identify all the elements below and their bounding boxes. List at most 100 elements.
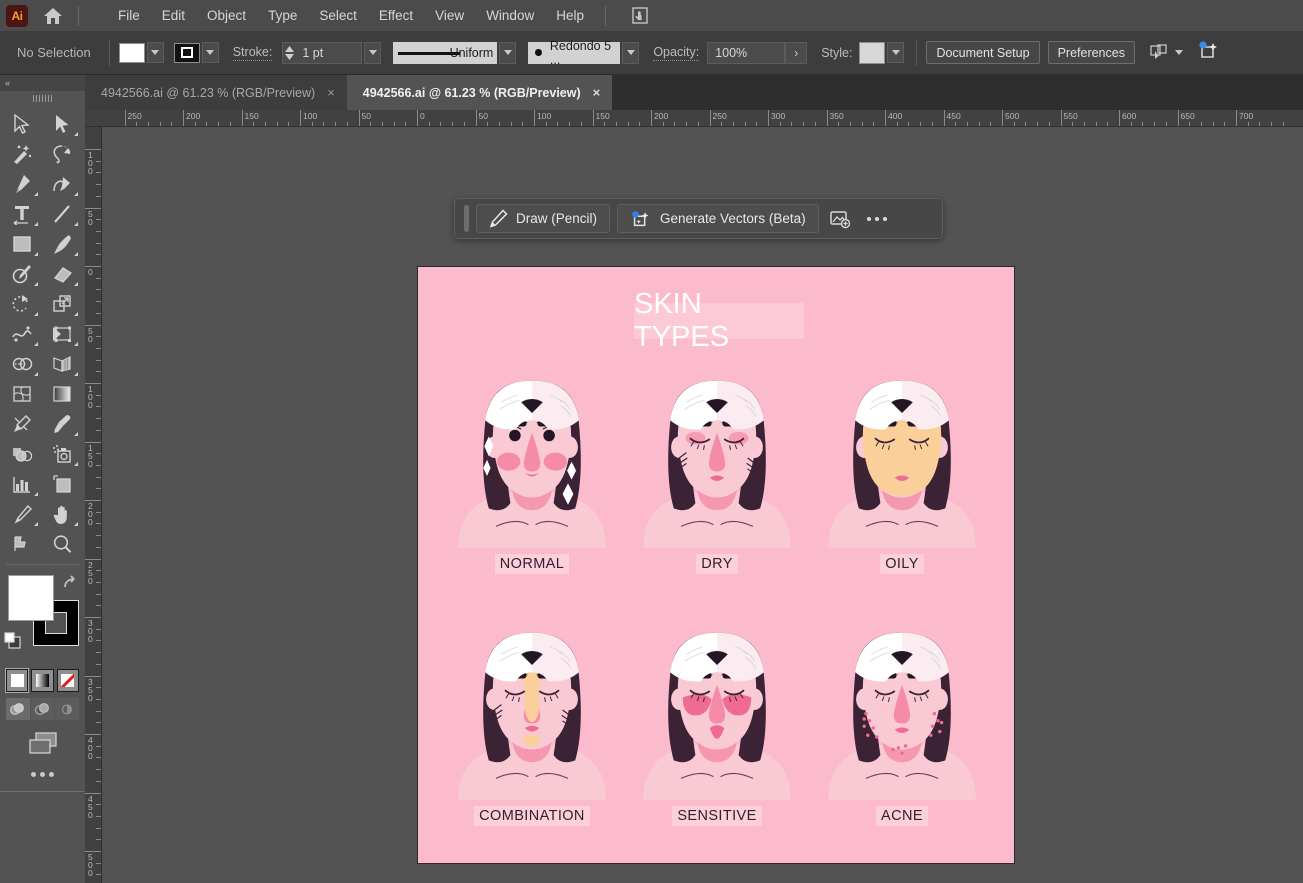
rotate-tool[interactable] — [2, 289, 42, 319]
document-tab-2[interactable]: 4942566.ai @ 61.23 % (RGB/Preview) × — [346, 75, 613, 110]
magic-wand-tool[interactable] — [2, 139, 42, 169]
hand-tool[interactable] — [42, 499, 82, 529]
menu-effect[interactable]: Effect — [368, 4, 424, 27]
width-tool[interactable] — [2, 319, 42, 349]
menu-type[interactable]: Type — [257, 4, 308, 27]
graphic-style-control[interactable] — [859, 41, 905, 64]
opacity-panel-toggle[interactable]: › — [785, 41, 808, 64]
selection-tool[interactable] — [2, 109, 42, 139]
ruler-minor-tick — [96, 418, 101, 420]
shaper-tool[interactable] — [2, 259, 42, 289]
print-tiling-tool[interactable] — [2, 529, 42, 559]
image-trace-icon[interactable] — [826, 205, 854, 233]
line-segment-tool[interactable] — [42, 199, 82, 229]
stroke-weight-stepper[interactable] — [283, 42, 296, 64]
fill-stroke-control[interactable] — [0, 570, 85, 665]
contextual-task-bar[interactable]: Draw (Pencil) Generate Vectors (Beta) — [454, 198, 943, 239]
brush-dropdown[interactable] — [622, 41, 640, 64]
draw-mode-group[interactable] — [0, 692, 85, 720]
artboard[interactable]: SKIN TYPES NORMAL DRY OILY COMBINATION S… — [417, 266, 1015, 864]
skin-type-cell[interactable]: COMBINATION — [442, 615, 622, 845]
menu-select[interactable]: Select — [308, 4, 368, 27]
change-screen-mode-icon[interactable] — [0, 720, 85, 756]
close-icon[interactable]: × — [327, 85, 335, 100]
horizontal-ruler[interactable]: 250 200 150 100 50 0 50 100 150 200 250 300 350 400 45… — [85, 110, 1303, 127]
eyedropper-measure-tool[interactable] — [2, 409, 42, 439]
vertical-ruler[interactable]: 100 50 0 50 100 150 200 250 300 350 400 450 500 — [85, 127, 102, 883]
brush-definition-select[interactable]: Redondo 5 ... — [528, 39, 621, 67]
draw-behind-button[interactable] — [30, 698, 55, 720]
skin-type-cell[interactable]: SENSITIVE — [627, 615, 807, 845]
menu-file[interactable]: File — [107, 4, 151, 27]
mesh-tool[interactable] — [2, 379, 42, 409]
lasso-tool[interactable] — [42, 139, 82, 169]
paintbrush-tool[interactable] — [42, 229, 82, 259]
direct-selection-tool[interactable] — [42, 109, 82, 139]
hand-tool-icon[interactable] — [626, 5, 654, 27]
skin-type-cell[interactable]: NORMAL — [442, 363, 622, 593]
close-icon[interactable]: × — [593, 85, 601, 100]
type-tool[interactable] — [2, 199, 42, 229]
stroke-profile-dropdown[interactable] — [499, 41, 517, 64]
default-fill-stroke-icon[interactable] — [4, 632, 21, 654]
skin-type-cell[interactable]: DRY — [627, 363, 807, 593]
shape-builder-tool[interactable] — [2, 349, 42, 379]
free-transform-tool[interactable] — [42, 319, 82, 349]
scale-tool[interactable] — [42, 289, 82, 319]
draw-normal-button[interactable] — [6, 698, 30, 720]
rectangle-tool[interactable] — [2, 229, 42, 259]
generate-vectors-icon[interactable] — [1197, 38, 1221, 67]
arrange-documents-control[interactable] — [1149, 43, 1183, 62]
generate-vectors-button[interactable]: Generate Vectors (Beta) — [617, 204, 819, 233]
fill-dropdown-arrow[interactable] — [146, 42, 164, 63]
fill-color-control[interactable] — [118, 42, 164, 63]
draw-pencil-button[interactable]: Draw (Pencil) — [476, 204, 611, 233]
stroke-weight-dropdown[interactable] — [364, 41, 382, 64]
graphic-style-dropdown[interactable] — [887, 42, 905, 63]
color-mode-button[interactable] — [4, 668, 30, 693]
blend-tool[interactable] — [2, 439, 42, 469]
slice-tool[interactable] — [2, 499, 42, 529]
none-mode-button[interactable] — [56, 669, 79, 692]
panel-drag-grip[interactable] — [0, 91, 85, 105]
graphic-style-swatch[interactable] — [859, 41, 886, 64]
fill-color-box[interactable] — [8, 575, 54, 621]
canvas-area[interactable]: SKIN TYPES NORMAL DRY OILY COMBINATION S… — [102, 127, 1303, 883]
stroke-dropdown-arrow[interactable] — [201, 42, 219, 63]
document-tab-1[interactable]: 4942566.ai @ 61.23 % (RGB/Preview) × — [85, 75, 347, 110]
menu-help[interactable]: Help — [545, 4, 595, 27]
menu-object[interactable]: Object — [196, 4, 257, 27]
more-options-icon[interactable] — [861, 216, 893, 221]
eraser-tool[interactable] — [42, 259, 82, 289]
stroke-color-control[interactable] — [173, 42, 219, 63]
artboard-tool[interactable] — [42, 469, 82, 499]
symbol-sprayer-tool[interactable] — [42, 439, 82, 469]
gradient-tool[interactable] — [42, 379, 82, 409]
menu-edit[interactable]: Edit — [151, 4, 196, 27]
eyedropper-tool[interactable] — [42, 409, 82, 439]
fill-swatch[interactable] — [118, 42, 145, 63]
menu-window[interactable]: Window — [475, 4, 545, 27]
home-icon[interactable] — [38, 0, 68, 31]
drag-handle[interactable] — [464, 205, 469, 232]
stroke-weight-field[interactable]: 1 pt — [282, 41, 363, 64]
gradient-mode-button[interactable] — [31, 669, 54, 692]
swap-fill-stroke-icon[interactable] — [61, 573, 79, 596]
collapse-panel-icon[interactable]: « — [0, 75, 85, 91]
menu-view[interactable]: View — [424, 4, 475, 27]
zoom-tool[interactable] — [42, 529, 82, 559]
document-setup-button[interactable]: Document Setup — [926, 41, 1040, 64]
pen-tool[interactable] — [2, 169, 42, 199]
draw-inside-button[interactable] — [55, 698, 80, 720]
paint-mode-group[interactable] — [0, 665, 85, 693]
perspective-grid-tool[interactable] — [42, 349, 82, 379]
stroke-profile-select[interactable]: Uniform — [393, 41, 498, 64]
edit-toolbar-icon[interactable] — [0, 756, 85, 777]
preferences-button[interactable]: Preferences — [1047, 41, 1135, 64]
skin-type-cell[interactable]: ACNE — [812, 615, 992, 845]
stroke-swatch[interactable] — [173, 42, 200, 63]
skin-type-cell[interactable]: OILY — [812, 363, 992, 593]
curvature-tool[interactable] — [42, 169, 82, 199]
opacity-field[interactable]: 100% — [707, 41, 786, 64]
column-graph-tool[interactable] — [2, 469, 42, 499]
